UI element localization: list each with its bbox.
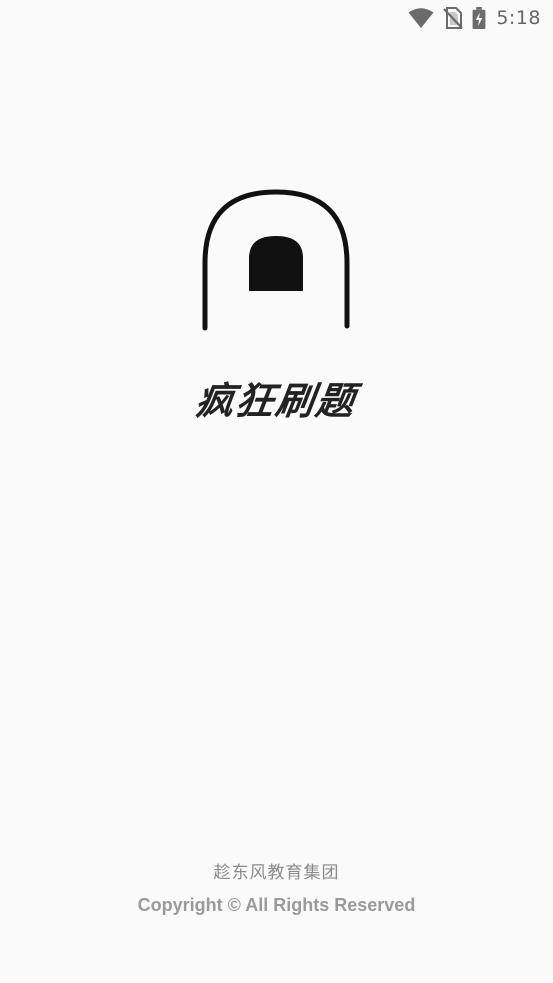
arch-door-logo-icon	[202, 189, 350, 331]
app-name: 疯狂刷题	[192, 378, 360, 423]
wifi-icon	[408, 8, 434, 28]
battery-charging-icon	[472, 7, 486, 29]
status-time: 5:18	[496, 7, 541, 29]
status-bar: 5:18	[0, 0, 553, 36]
copyright-text: Copyright © All Rights Reserved	[137, 895, 416, 915]
no-sim-icon	[443, 7, 464, 29]
company-name: 趁东风教育集团	[213, 863, 340, 883]
splash-screen: 5:18 疯狂刷题 趁东风教育集团 Copyright © All Rights…	[0, 0, 553, 983]
app-logo	[196, 188, 356, 338]
